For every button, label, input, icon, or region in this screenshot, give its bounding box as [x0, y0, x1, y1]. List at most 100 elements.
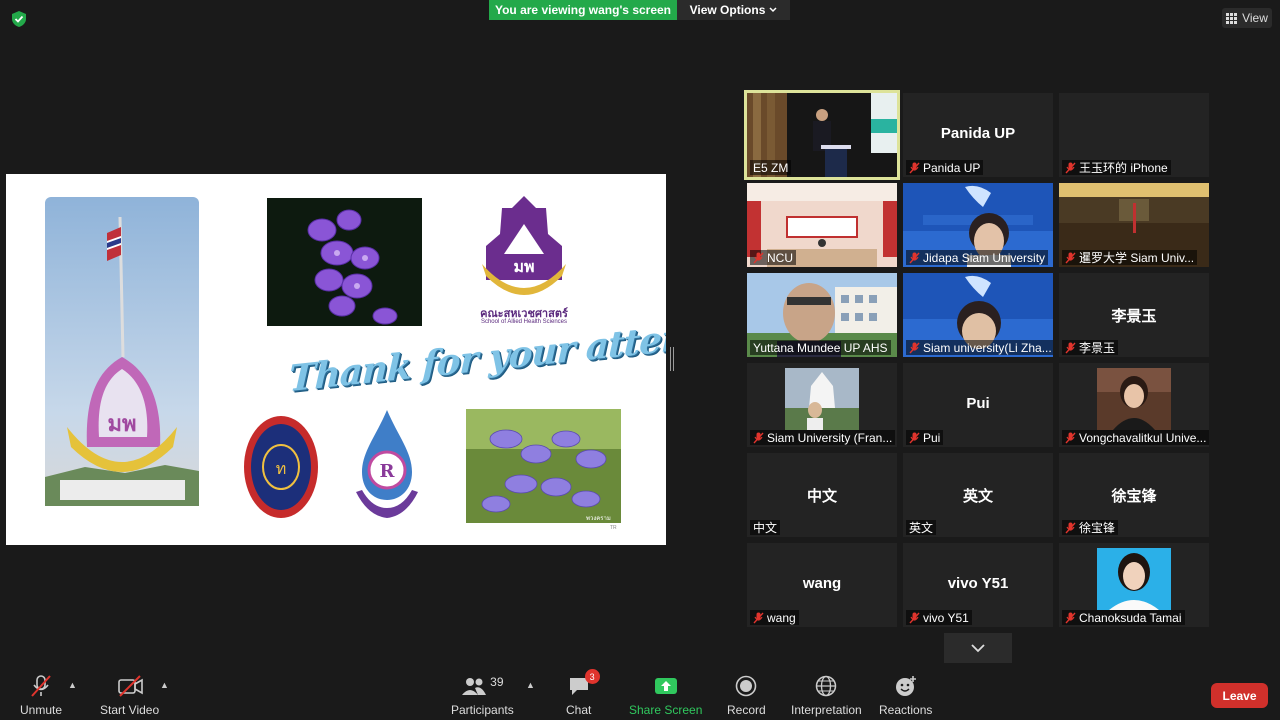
view-layout-button[interactable]: View [1222, 8, 1272, 28]
unmute-label: Unmute [20, 703, 63, 717]
participant-name-tag: vivo Y51 [906, 610, 972, 625]
participant-tile[interactable]: 暹罗大学 Siam Univ... [1059, 183, 1209, 267]
slide-corner-mark: TR [610, 525, 617, 531]
muted-mic-icon [909, 162, 920, 173]
muted-mic-icon [1065, 522, 1076, 533]
share-screen-button[interactable]: Share Screen [629, 674, 702, 717]
participant-name-tag: Panida UP [906, 160, 984, 175]
participants-button[interactable]: 39 Participants [451, 674, 514, 717]
participant-tile[interactable]: Yuttana Mundee UP AHS [747, 273, 897, 357]
participant-name-tag: Siam university(Li Zha... [906, 340, 1053, 355]
muted-mic-icon [909, 342, 920, 353]
faculty-logo-english-text: School of Allied Health Sciences [480, 319, 568, 325]
muted-mic-icon [909, 612, 920, 623]
participant-tile[interactable]: NCU [747, 183, 897, 267]
participant-display-name: vivo Y51 [947, 575, 1009, 592]
participant-name: 徐宝锋 [1079, 521, 1116, 535]
participant-name: Yuttana Mundee UP AHS [753, 340, 888, 355]
participant-name-tag: E5 ZM [750, 160, 792, 175]
reactions-button[interactable]: Reactions [879, 674, 932, 717]
participant-name: Siam University (Fran... [767, 430, 893, 445]
participant-tile[interactable]: 英文 英文 [903, 453, 1053, 537]
participants-options-caret-icon[interactable]: ▲ [526, 680, 535, 690]
shared-slide: มพ มพ คณะสหเวชศาสตร์ School of Allied He… [6, 174, 666, 545]
participant-name: vivo Y51 [923, 610, 969, 625]
panel-resize-handle[interactable] [670, 347, 674, 371]
participant-tile[interactable]: Siam university(Li Zha... [903, 273, 1053, 357]
chevron-down-icon [769, 7, 777, 13]
view-options-button[interactable]: View Options [677, 0, 790, 20]
participant-name-tag: Jidapa Siam University [906, 250, 1049, 265]
participant-tile[interactable]: 徐宝锋 徐宝锋 [1059, 453, 1209, 537]
globe-icon [816, 675, 837, 697]
participant-name: 王玉环的 iPhone [1079, 161, 1168, 175]
share-screen-icon [654, 678, 677, 694]
muted-mic-icon [1065, 252, 1076, 263]
faculty-logo: มพ [482, 196, 566, 295]
participant-name: NCU [767, 250, 793, 265]
participant-tile[interactable]: E5 ZM [744, 90, 900, 180]
interpretation-button[interactable]: Interpretation [791, 674, 862, 717]
participant-profile-photo [785, 368, 859, 430]
participant-tile[interactable]: Chanoksuda Tamai [1059, 543, 1209, 627]
participant-name: wang [767, 610, 796, 625]
participant-name-tag: 李景玉 [1062, 340, 1119, 355]
participant-name-tag: NCU [750, 250, 796, 265]
reactions-label: Reactions [879, 703, 933, 717]
participant-tile[interactable]: vivo Y51 vivo Y51 [903, 543, 1053, 627]
muted-microphone-icon [31, 675, 51, 697]
svg-text:มพ: มพ [107, 411, 136, 437]
record-label: Record [727, 703, 766, 717]
participant-profile-photo [1097, 548, 1171, 610]
muted-mic-icon [753, 432, 764, 443]
participant-tile[interactable]: Vongchavalitkul Unive... [1059, 363, 1209, 447]
video-options-caret-icon[interactable]: ▲ [160, 680, 169, 690]
participant-name: 暹罗大学 Siam Univ... [1079, 251, 1195, 265]
chat-label: Chat [566, 703, 592, 717]
participant-tile[interactable]: 中文 中文 [747, 453, 897, 537]
chat-button[interactable]: 3 Chat [566, 669, 600, 717]
participants-label: Participants [451, 703, 514, 717]
muted-mic-icon [1065, 342, 1076, 353]
svg-text:มพ: มพ [513, 257, 534, 276]
participant-tile[interactable]: 王玉环的 iPhone [1059, 93, 1209, 177]
participant-tile[interactable]: Jidapa Siam University [903, 183, 1053, 267]
muted-mic-icon [909, 432, 920, 443]
participant-name-tag: 暹罗大学 Siam Univ... [1062, 250, 1198, 265]
muted-mic-icon [1065, 432, 1076, 443]
participant-display-name: 中文 [806, 488, 837, 505]
gallery-next-page-button[interactable] [944, 633, 1012, 663]
record-button[interactable]: Record [727, 674, 766, 717]
leave-label: Leave [1222, 688, 1257, 703]
medical-technology-council-logo: ท [244, 416, 318, 518]
participant-display-name: Panida UP [940, 125, 1016, 142]
smiley-add-icon [895, 676, 916, 696]
participant-tile[interactable]: Panida UP Panida UP [903, 93, 1053, 177]
participant-name: Jidapa Siam University [923, 250, 1046, 265]
participant-name-tag: Pui [906, 430, 944, 445]
participant-tile[interactable]: wang wang [747, 543, 897, 627]
participant-name-tag: Vongchavalitkul Unive... [1062, 430, 1209, 445]
university-gate-photo: มพ [45, 197, 199, 506]
participant-tile[interactable]: Pui Pui [903, 363, 1053, 447]
svg-text:R: R [380, 461, 396, 482]
audio-options-caret-icon[interactable]: ▲ [68, 680, 77, 690]
purple-orchid-photo [267, 198, 422, 326]
participant-name: Vongchavalitkul Unive... [1079, 430, 1207, 445]
leave-meeting-button[interactable]: Leave [1211, 683, 1268, 708]
start-video-button[interactable]: Start Video [100, 674, 159, 717]
muted-mic-icon [753, 612, 764, 623]
meeting-toolbar: Unmute ▲ Start Video ▲ 39 Participants ▲ [0, 664, 1280, 720]
security-shield-icon[interactable] [10, 10, 28, 28]
participant-name-tag: wang [750, 610, 799, 625]
participant-tile[interactable]: 李景玉 李景玉 [1059, 273, 1209, 357]
unmute-button[interactable]: Unmute [20, 674, 62, 717]
participant-name-tag: 中文 [750, 520, 781, 535]
share-screen-label: Share Screen [629, 703, 703, 717]
participant-tile[interactable]: Siam University (Fran... [747, 363, 897, 447]
participant-display-name: 李景玉 [1111, 308, 1157, 325]
participants-count: 39 [490, 675, 504, 689]
participant-profile-photo [1097, 368, 1171, 430]
video-off-icon [117, 675, 143, 697]
physical-therapy-council-logo: R [356, 410, 418, 518]
